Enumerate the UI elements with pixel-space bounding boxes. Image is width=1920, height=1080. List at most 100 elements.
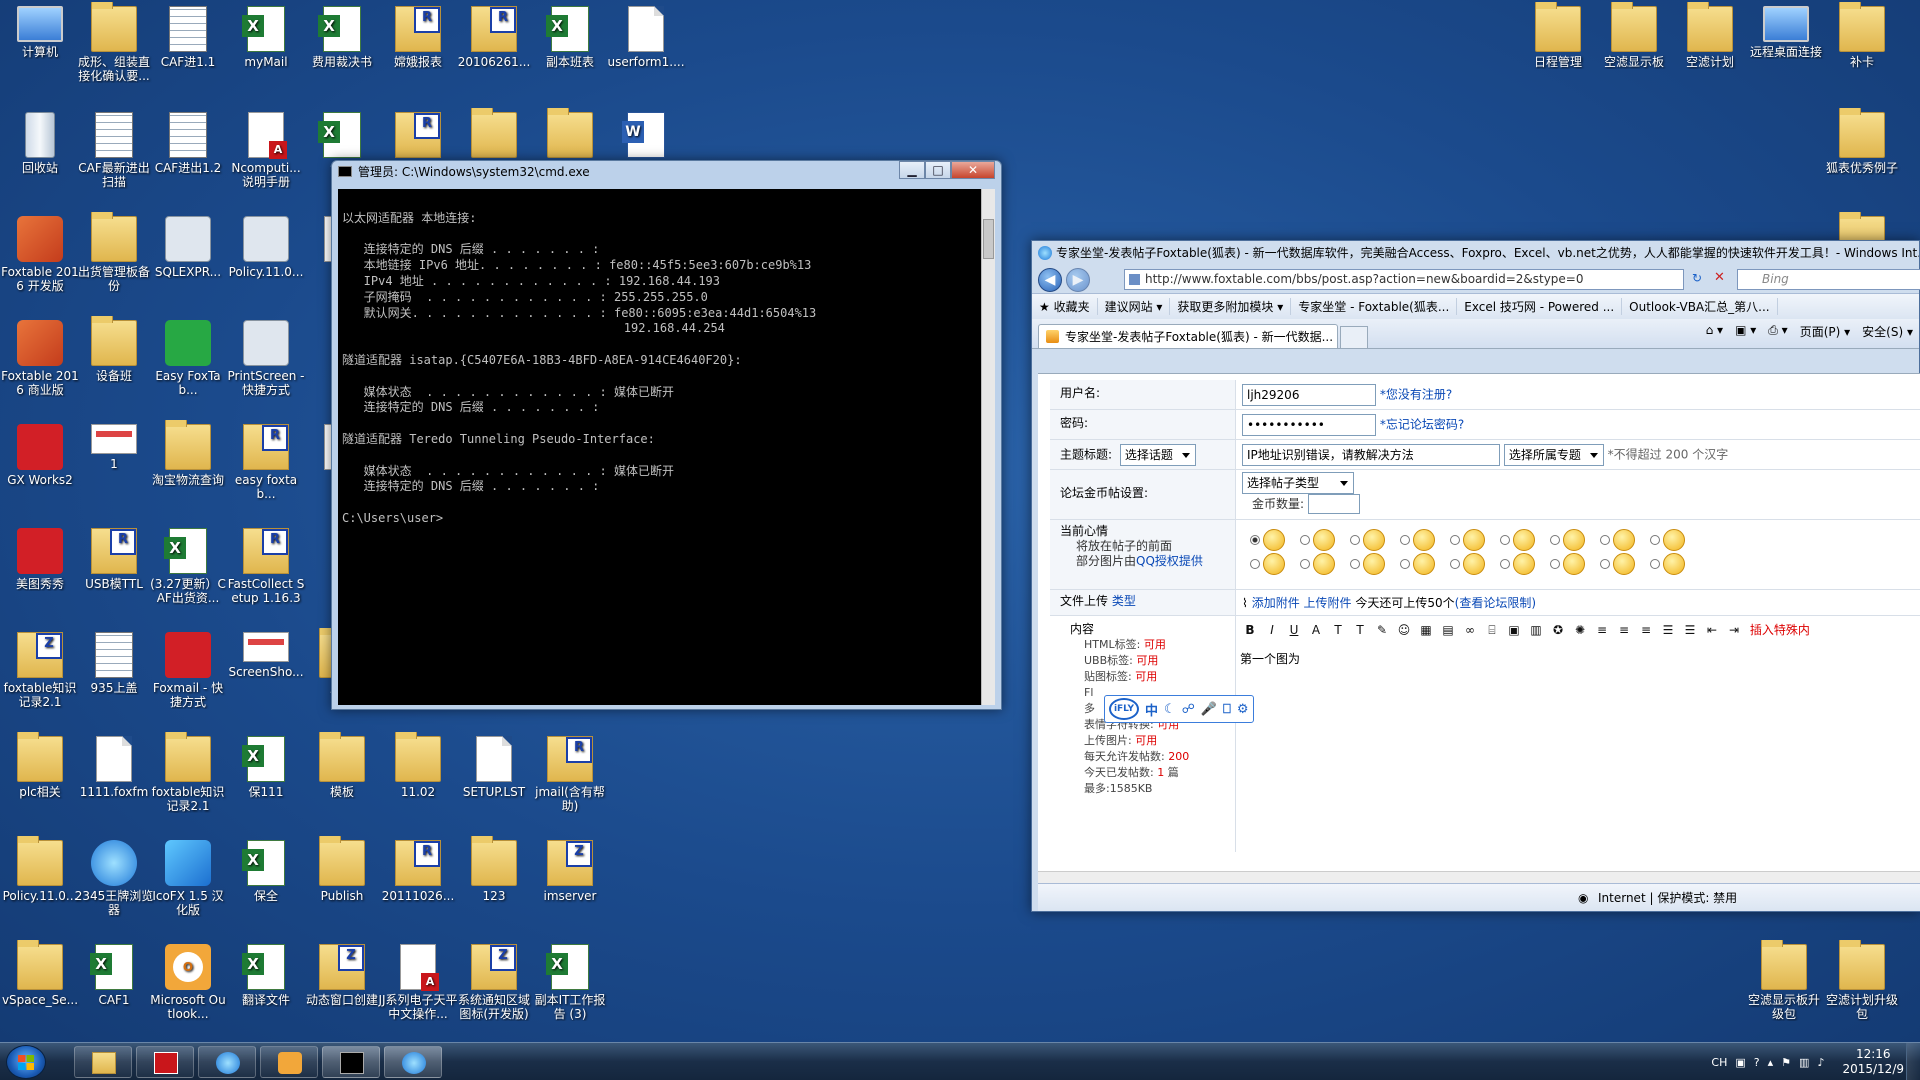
clock[interactable]: 12:16 2015/12/9 xyxy=(1842,1047,1904,1077)
desktop-icon[interactable]: 空滤计划 xyxy=(1670,2,1750,69)
coin-count-input[interactable] xyxy=(1307,494,1360,514)
favorites-button[interactable]: ★ 收藏夹 xyxy=(1032,298,1098,315)
cmd-window[interactable]: 管理员: C:\Windows\system32\cmd.exe ▁ □ ✕ 以… xyxy=(331,160,1002,710)
table-icon[interactable]: ▥ xyxy=(1526,620,1546,640)
desktop-icon[interactable]: imserver xyxy=(530,836,610,903)
desktop-icon[interactable]: Microsoft Outlook... xyxy=(148,940,228,1021)
register-link[interactable]: *您没有注册? xyxy=(1380,388,1452,402)
forgot-password-link[interactable]: *忘记论坛密码? xyxy=(1380,418,1464,432)
back-button[interactable]: ◀ xyxy=(1038,268,1062,292)
mood-radio[interactable] xyxy=(1650,559,1660,569)
desktop-icon[interactable]: Ncomputi...说明手册 xyxy=(226,108,306,189)
desktop-icon[interactable]: Easy FoxTab... xyxy=(148,316,228,397)
desktop-icon[interactable]: 出货管理板备份 xyxy=(74,212,154,293)
desktop-icon[interactable]: 淘宝物流查询 xyxy=(148,420,228,487)
desktop-icon[interactable]: 空滤显示板 xyxy=(1594,2,1674,69)
mood-radio[interactable] xyxy=(1250,559,1260,569)
favorite-link[interactable]: Excel 技巧网 - Powered ... xyxy=(1457,298,1623,315)
desktop-icon[interactable]: 系统通知区域图标(开发版) xyxy=(454,940,534,1021)
desktop-icon[interactable]: 日程管理 xyxy=(1518,2,1598,69)
desktop-icon[interactable]: easy foxtab... xyxy=(226,420,306,501)
desktop-icon[interactable]: 空滤显示板升级包 xyxy=(1744,940,1824,1021)
scrollbar-thumb[interactable] xyxy=(983,219,994,259)
safety-menu[interactable]: 安全(S) ▾ xyxy=(1862,323,1913,340)
mood-radio[interactable] xyxy=(1450,559,1460,569)
desktop-icon[interactable]: 补卡 xyxy=(1822,2,1902,69)
desktop-icon[interactable]: foxtable知识记录2.1 xyxy=(148,732,228,813)
mood-radio[interactable] xyxy=(1400,559,1410,569)
taskbar-outlook[interactable] xyxy=(260,1046,318,1078)
close-button[interactable]: ✕ xyxy=(951,161,995,179)
desktop-icon[interactable]: SQLEXPR... xyxy=(148,212,228,279)
spider-icon[interactable]: ✺ xyxy=(1570,620,1590,640)
desktop-icon[interactable]: Policy.11.0... xyxy=(226,212,306,279)
network-icon[interactable]: ▥ xyxy=(1799,1056,1809,1069)
desktop-icon[interactable]: 935上盖 xyxy=(74,628,154,695)
mood-radio[interactable] xyxy=(1350,559,1360,569)
desktop-icon[interactable]: JJ系列电子天平中文操作... xyxy=(378,940,458,1021)
special-topic-select[interactable]: 选择所属专题 xyxy=(1503,444,1604,466)
image-icon[interactable]: ▦ xyxy=(1416,620,1436,640)
desktop-icon[interactable]: 20106261... xyxy=(454,2,534,69)
font-icon[interactable]: T xyxy=(1328,620,1348,640)
cmd-titlebar[interactable]: 管理员: C:\Windows\system32\cmd.exe ▁ □ ✕ xyxy=(332,161,1001,183)
feeds-icon[interactable]: ▣ ▾ xyxy=(1735,323,1756,340)
mood-radio[interactable] xyxy=(1300,559,1310,569)
home-icon[interactable]: ⌂ ▾ xyxy=(1706,323,1723,340)
desktop-icon[interactable]: 成形、组装直接化确认要... xyxy=(74,2,154,83)
align-center-icon[interactable]: ≡ xyxy=(1614,620,1634,640)
highlight-icon[interactable]: ✎ xyxy=(1372,620,1392,640)
tray-expand-icon[interactable]: ▴ xyxy=(1768,1056,1774,1069)
mood-radio[interactable] xyxy=(1350,535,1360,545)
desktop-icon[interactable]: foxtable知识记录2.1 xyxy=(0,628,80,709)
desktop-icon[interactable]: IcoFX 1.5 汉化版 xyxy=(148,836,228,917)
new-tab-button[interactable] xyxy=(1340,326,1368,348)
desktop-icon[interactable]: FastCollect Setup 1.16.3 xyxy=(226,524,306,605)
ifly-tool-icon[interactable]: ☍ xyxy=(1182,702,1195,717)
bold-button[interactable]: B xyxy=(1240,620,1260,640)
desktop-icon[interactable]: 保111 xyxy=(226,732,306,799)
taskbar-cmd[interactable] xyxy=(322,1046,380,1078)
forward-button[interactable]: ▶ xyxy=(1066,268,1090,292)
desktop-icon[interactable]: 保全 xyxy=(226,836,306,903)
mood-radio[interactable] xyxy=(1400,535,1410,545)
code-icon[interactable]: ⌸ xyxy=(1482,620,1502,640)
insert-special-button[interactable]: 插入特殊内 xyxy=(1750,623,1810,637)
post-type-select[interactable]: 选择帖子类型 xyxy=(1242,472,1354,494)
add-attachment-link[interactable]: 添加附件 xyxy=(1252,596,1300,610)
desktop-icon[interactable]: GX Works2 xyxy=(0,420,80,487)
username-input[interactable]: ljh29206 xyxy=(1242,384,1376,406)
desktop-icon[interactable]: jmail(含有帮助) xyxy=(530,732,610,813)
emoji-icon[interactable]: ☺ xyxy=(1394,620,1414,640)
mood-radio[interactable] xyxy=(1500,559,1510,569)
help-icon[interactable]: ? xyxy=(1754,1056,1760,1069)
mood-radio[interactable] xyxy=(1650,535,1660,545)
desktop-icon[interactable]: 1 xyxy=(74,420,154,471)
desktop-icon[interactable]: 空滤计划升级包 xyxy=(1822,940,1902,1021)
mood-radio[interactable] xyxy=(1550,535,1560,545)
desktop-icon[interactable]: 费用裁决书 xyxy=(302,2,382,69)
favorite-link[interactable]: 获取更多附加模块 ▾ xyxy=(1170,298,1292,315)
unordered-list-icon[interactable]: ☰ xyxy=(1680,620,1700,640)
stop-icon[interactable]: ✕ xyxy=(1714,270,1725,285)
font-color-icon[interactable]: A xyxy=(1306,620,1326,640)
italic-button[interactable]: I xyxy=(1262,620,1282,640)
desktop-icon[interactable]: 设备班 xyxy=(74,316,154,383)
desktop-icon[interactable]: Foxmail - 快捷方式 xyxy=(148,628,228,709)
refresh-icon[interactable]: ↻ xyxy=(1692,271,1702,285)
desktop-icon[interactable] xyxy=(606,108,686,161)
mood-radio[interactable] xyxy=(1550,559,1560,569)
desktop-icon[interactable]: CAF进出1.2 xyxy=(148,108,228,175)
desktop-icon[interactable]: CAF1 xyxy=(74,940,154,1007)
address-bar[interactable]: http://www.foxtable.com/bbs/post.asp?act… xyxy=(1124,269,1684,290)
ime-icon[interactable]: ▣ xyxy=(1735,1056,1745,1069)
desktop-icon[interactable]: PrintScreen - 快捷方式 xyxy=(226,316,306,397)
minimize-button[interactable]: ▁ xyxy=(899,161,925,179)
desktop-icon[interactable]: Publish xyxy=(302,836,382,903)
cmd-console-output[interactable]: 以太网适配器 本地连接: 连接特定的 DNS 后缀 . . . . . . . … xyxy=(338,189,983,705)
print-icon[interactable]: ⎙ ▾ xyxy=(1768,323,1787,340)
desktop-icon[interactable]: 嫦娥报表 xyxy=(378,2,458,69)
taskbar-explorer[interactable] xyxy=(74,1046,132,1078)
desktop-icon[interactable]: 副本班表 xyxy=(530,2,610,69)
desktop-icon[interactable]: plc相关 xyxy=(0,732,80,799)
